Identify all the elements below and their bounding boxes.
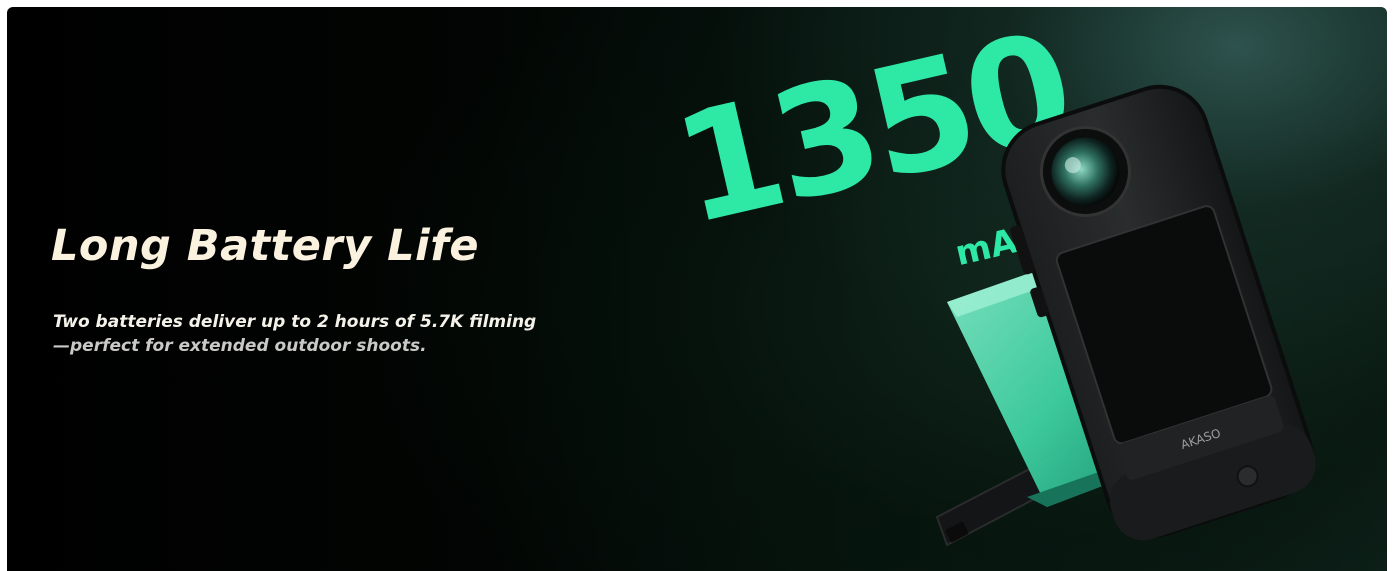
camera-product-image: AKASO	[935, 84, 1316, 547]
feature-title: Long Battery Life	[51, 221, 480, 271]
feature-description: Two batteries deliver up to 2 hours of 5…	[53, 310, 536, 358]
battery-feature-banner: Long Battery Life Two batteries deliver …	[7, 7, 1387, 571]
feature-description-line-2: —perfect for extended outdoor shoots.	[53, 336, 427, 356]
feature-description-line-1: Two batteries deliver up to 2 hours of 5…	[53, 312, 537, 332]
